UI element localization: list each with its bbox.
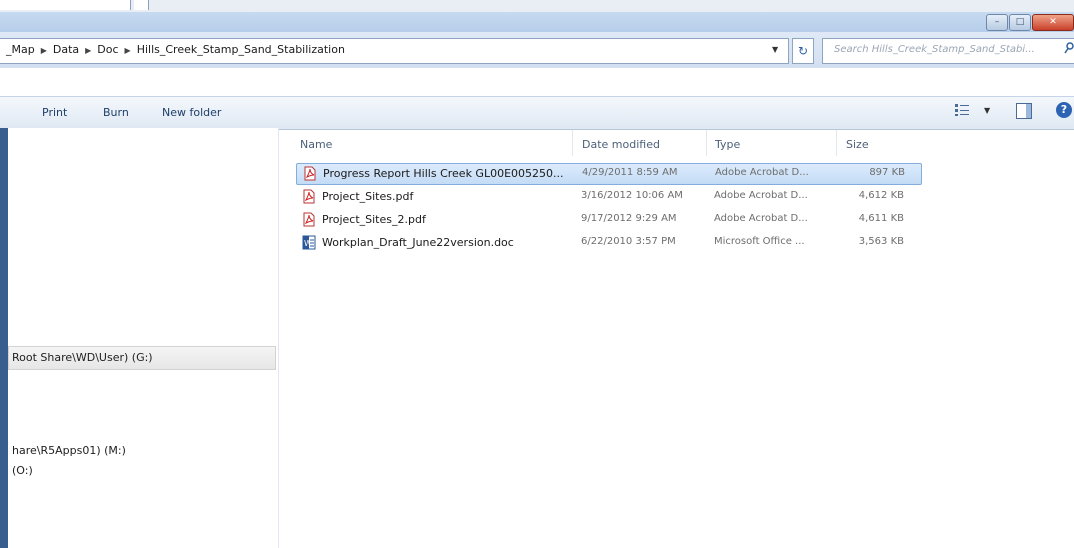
pdf-icon [303,212,315,227]
print-button[interactable]: Print [42,106,67,119]
file-name: Project_Sites.pdf [322,190,414,203]
maximize-button[interactable]: □ [1009,14,1031,31]
word-icon: W [302,235,316,250]
taskbar-tab[interactable] [0,0,131,10]
file-size: 4,611 KB [858,213,904,224]
column-header-date[interactable]: Date modified [582,138,660,151]
file-type: Adobe Acrobat D... [715,167,809,178]
file-row[interactable]: Project_Sites_2.pdf 9/17/2012 9:29 AM Ad… [296,210,920,230]
help-icon[interactable]: ? [1056,102,1072,118]
file-type: Adobe Acrobat D... [714,190,808,201]
new-folder-button[interactable]: New folder [162,106,221,119]
column-header-size[interactable]: Size [846,138,869,151]
search-icon[interactable] [1064,42,1074,54]
nav-item-g-drive-label[interactable]: Root Share\WD\User) (G:) [12,351,153,364]
search-placeholder: Search Hills_Creek_Stamp_Sand_Stabi... [834,44,1035,55]
breadcrumb-item[interactable]: Hills_Creek_Stamp_Sand_Stabilization [137,43,345,56]
close-button[interactable]: ✕ [1032,14,1074,31]
preview-pane-icon[interactable] [1016,103,1032,119]
title-bar[interactable] [0,12,1074,32]
pdf-icon [304,166,316,181]
address-dropdown-icon[interactable]: ▼ [772,45,778,54]
minimize-icon: – [994,17,1000,27]
breadcrumb-item[interactable]: _Map [6,43,35,56]
column-divider[interactable] [836,130,837,156]
file-size: 897 KB [869,167,905,178]
file-size: 4,612 KB [858,190,904,201]
minimize-button[interactable]: – [986,14,1008,31]
taskbar-tab-small[interactable] [134,0,149,10]
file-size: 3,563 KB [858,236,904,247]
navigation-pane [8,128,279,548]
breadcrumb-arrow-icon[interactable]: ▶ [85,46,91,55]
breadcrumb-arrow-icon[interactable]: ▶ [41,46,47,55]
close-icon: ✕ [1049,17,1057,27]
view-options-icon[interactable] [954,103,970,117]
breadcrumb-item[interactable]: Doc [97,43,118,56]
file-name: Project_Sites_2.pdf [322,213,426,226]
column-header-name[interactable]: Name [300,138,332,151]
file-type: Microsoft Office ... [714,236,805,247]
column-divider[interactable] [572,130,573,156]
file-row[interactable]: W Workplan_Draft_June22version.doc 6/22/… [296,233,920,253]
breadcrumb[interactable]: _Map ▶ Data ▶ Doc ▶ Hills_Creek_Stamp_Sand_Sta… [6,43,345,56]
file-row[interactable]: Progress Report Hills Creek GL00E005250.… [296,163,922,185]
file-type: Adobe Acrobat D... [714,213,808,224]
nav-item-o-drive[interactable]: (O:) [12,464,33,477]
file-date: 3/16/2012 10:06 AM [581,190,683,201]
burn-button[interactable]: Burn [103,106,129,119]
view-dropdown-icon[interactable]: ▼ [984,106,990,115]
column-divider[interactable] [706,130,707,156]
file-date: 4/29/2011 8:59 AM [582,167,678,178]
file-name: Progress Report Hills Creek GL00E005250.… [323,167,564,180]
refresh-icon[interactable]: ↻ [792,38,814,64]
file-date: 6/22/2010 3:57 PM [581,236,676,247]
file-name: Workplan_Draft_June22version.doc [322,236,514,249]
file-row[interactable]: Project_Sites.pdf 3/16/2012 10:06 AM Ado… [296,187,920,207]
pdf-icon [303,189,315,204]
file-date: 9/17/2012 9:29 AM [581,213,677,224]
window-left-edge [0,128,8,548]
breadcrumb-item[interactable]: Data [53,43,79,56]
breadcrumb-arrow-icon[interactable]: ▶ [125,46,131,55]
maximize-icon: □ [1015,17,1025,27]
column-header-type[interactable]: Type [715,138,740,151]
nav-item-m-drive[interactable]: hare\R5Apps01) (M:) [12,444,126,457]
